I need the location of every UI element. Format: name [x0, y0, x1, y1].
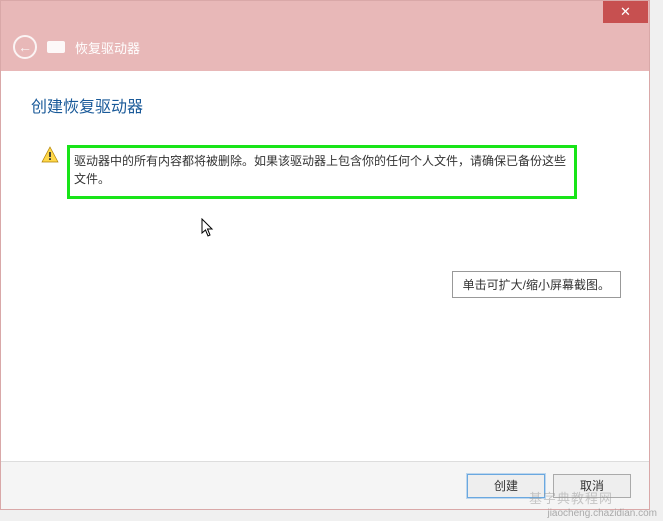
content-area: 创建恢复驱动器 驱动器中的所有内容都将被删除。如果该驱动器上包含你的任何个人文件…: [1, 71, 649, 463]
drive-icon: [47, 41, 65, 53]
page-heading: 创建恢复驱动器: [31, 93, 619, 117]
warning-icon: [41, 146, 59, 169]
dialog-window: ✕ ← 恢复驱动器 创建恢复驱动器 驱动器中的所有内容都将被删除。如果该驱动器上…: [0, 0, 650, 510]
warning-highlight-box: 驱动器中的所有内容都将被删除。如果该驱动器上包含你的任何个人文件，请确保已备份这…: [67, 145, 577, 199]
back-arrow-icon: ←: [18, 39, 32, 55]
titlebar: ✕: [1, 1, 649, 29]
close-button[interactable]: ✕: [603, 1, 648, 23]
zoom-tooltip[interactable]: 单击可扩大/缩小屏幕截图。: [452, 271, 621, 298]
tooltip-text: 单击可扩大/缩小屏幕截图。: [463, 278, 610, 292]
back-button[interactable]: ←: [13, 35, 37, 59]
window-title: 恢复驱动器: [75, 38, 140, 57]
header-bar: ← 恢复驱动器: [1, 29, 649, 71]
footer-bar: 创建 取消: [1, 461, 649, 509]
warning-row: 驱动器中的所有内容都将被删除。如果该驱动器上包含你的任何个人文件，请确保已备份这…: [41, 145, 619, 199]
create-button[interactable]: 创建: [467, 474, 545, 498]
close-icon: ✕: [620, 4, 631, 20]
cancel-button[interactable]: 取消: [553, 474, 631, 498]
warning-text: 驱动器中的所有内容都将被删除。如果该驱动器上包含你的任何个人文件，请确保已备份这…: [74, 152, 566, 188]
mouse-cursor-icon: [201, 218, 215, 243]
